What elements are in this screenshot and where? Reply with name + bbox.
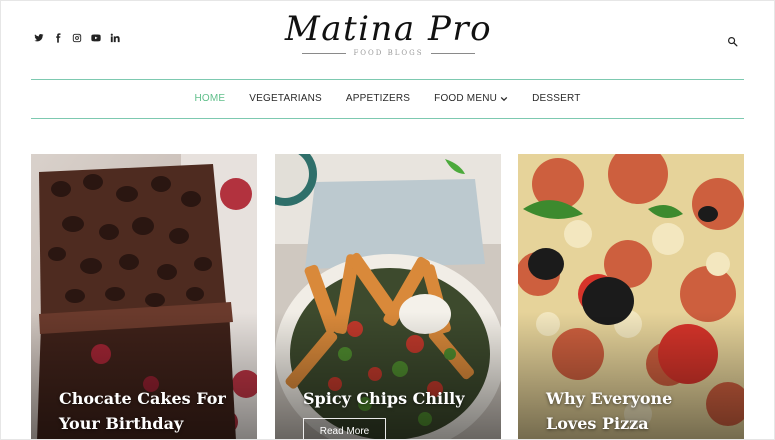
nav-item-food-menu[interactable]: FOOD MENU <box>422 93 520 104</box>
nav-item-dessert[interactable]: DESSERT <box>520 93 592 104</box>
post-title[interactable]: Why Everyone Loves Pizza <box>546 386 672 436</box>
site-header: Matina Pro FOOD BLOGS <box>1 1 774 79</box>
post-title-line: Your Birthday <box>59 414 184 433</box>
nav-divider-bottom <box>31 118 744 119</box>
post-title-line: Why Everyone <box>546 389 673 408</box>
search-icon[interactable] <box>727 34 738 47</box>
nav-item-vegetarians[interactable]: VEGETARIANS <box>237 93 334 104</box>
nav-item-food-menu-label: FOOD MENU <box>434 93 498 104</box>
nav-divider-top <box>31 79 744 80</box>
nav-item-home[interactable]: HOME <box>182 93 237 104</box>
main-nav: HOME VEGETARIANS APPETIZERS FOOD MENU DE… <box>1 93 774 104</box>
site-title[interactable]: Matina Pro <box>1 9 774 49</box>
post-title-line: Chocate Cakes For <box>59 389 226 408</box>
post-title-line: Spicy Chips Chilly <box>303 389 465 408</box>
tagline-rule-right <box>430 52 475 54</box>
post-card-chocolate-cake[interactable]: Chocate Cakes For Your Birthday <box>31 154 257 439</box>
chevron-down-icon <box>500 96 508 101</box>
post-title[interactable]: Spicy Chips Chilly <box>303 386 465 411</box>
site-brand[interactable]: Matina Pro FOOD BLOGS <box>1 9 774 57</box>
nav-item-appetizers[interactable]: APPETIZERS <box>334 93 422 104</box>
page-frame: Matina Pro FOOD BLOGS HOME VEGETARIANS A… <box>0 0 775 440</box>
tagline-row: FOOD BLOGS <box>1 49 774 57</box>
post-card-pizza[interactable]: Why Everyone Loves Pizza <box>518 154 744 439</box>
site-tagline: FOOD BLOGS <box>353 49 424 57</box>
read-more-button[interactable]: Read More <box>303 418 386 439</box>
post-title[interactable]: Chocate Cakes For Your Birthday <box>59 386 226 436</box>
post-title-line: Loves Pizza <box>546 414 649 433</box>
post-card-spicy-chips[interactable]: Spicy Chips Chilly Read More <box>275 154 501 439</box>
tagline-rule-left <box>302 52 347 54</box>
